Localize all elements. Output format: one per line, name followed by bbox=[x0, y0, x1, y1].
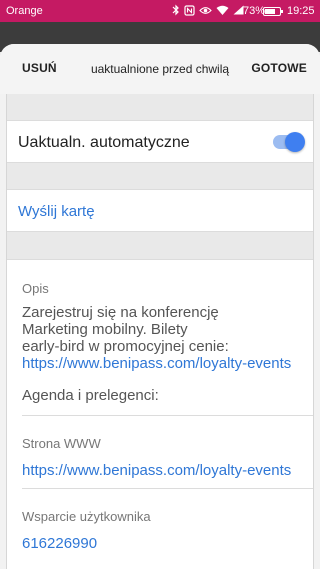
website-link[interactable]: https://www.benipass.com/loyalty-events bbox=[22, 462, 291, 479]
card-details: Opis Zarejestruj się na konferencję Mark… bbox=[7, 259, 313, 569]
description-line: Marketing mobilny. Bilety bbox=[22, 321, 188, 338]
status-bar: Orange 73% 19:25 bbox=[0, 0, 320, 22]
settings-panel: Uaktualn. automatyczne Wyślij kartę Opis… bbox=[6, 94, 314, 569]
website-title: Strona WWW bbox=[22, 436, 101, 451]
status-icons bbox=[172, 4, 244, 16]
toggle-knob bbox=[285, 132, 305, 152]
auto-update-row[interactable]: Uaktualn. automatyczne bbox=[7, 120, 313, 163]
send-card-row[interactable]: Wyślij kartę bbox=[7, 189, 313, 232]
description-title: Opis bbox=[22, 281, 49, 296]
auto-update-toggle[interactable] bbox=[273, 132, 305, 152]
description-extra: Agenda i prelegenci: bbox=[22, 387, 159, 404]
support-section: Wsparcie użytkownika 616226990 bbox=[7, 489, 313, 569]
support-phone-link[interactable]: 616226990 bbox=[22, 535, 97, 552]
card-details-sheet: USUŃ uaktualnione przed chwilą GOTOWE Ua… bbox=[0, 44, 320, 569]
wifi-icon bbox=[216, 5, 229, 15]
done-button[interactable]: GOTOWE bbox=[251, 61, 307, 75]
sheet-toolbar: USUŃ uaktualnione przed chwilą GOTOWE bbox=[0, 44, 320, 94]
description-link[interactable]: https://www.benipass.com/loyalty-events bbox=[22, 355, 291, 372]
nfc-icon bbox=[184, 4, 195, 16]
auto-update-label: Uaktualn. automatyczne bbox=[18, 134, 190, 151]
clock: 19:25 bbox=[287, 5, 315, 17]
support-title: Wsparcie użytkownika bbox=[22, 509, 151, 524]
description-line: Zarejestruj się na konferencję bbox=[22, 304, 219, 321]
battery-percent: 73% bbox=[243, 5, 266, 17]
battery-icon bbox=[263, 7, 283, 16]
bluetooth-icon bbox=[172, 4, 179, 16]
eye-icon bbox=[199, 6, 212, 14]
description-section: Opis Zarejestruj się na konferencję Mark… bbox=[7, 260, 313, 405]
carrier-name: Orange bbox=[6, 5, 43, 17]
description-line: early-bird w promocyjnej cenie: bbox=[22, 338, 229, 355]
website-section: Strona WWW https://www.benipass.com/loya… bbox=[7, 416, 313, 488]
send-card-link[interactable]: Wyślij kartę bbox=[18, 203, 95, 220]
battery-level bbox=[265, 9, 275, 14]
